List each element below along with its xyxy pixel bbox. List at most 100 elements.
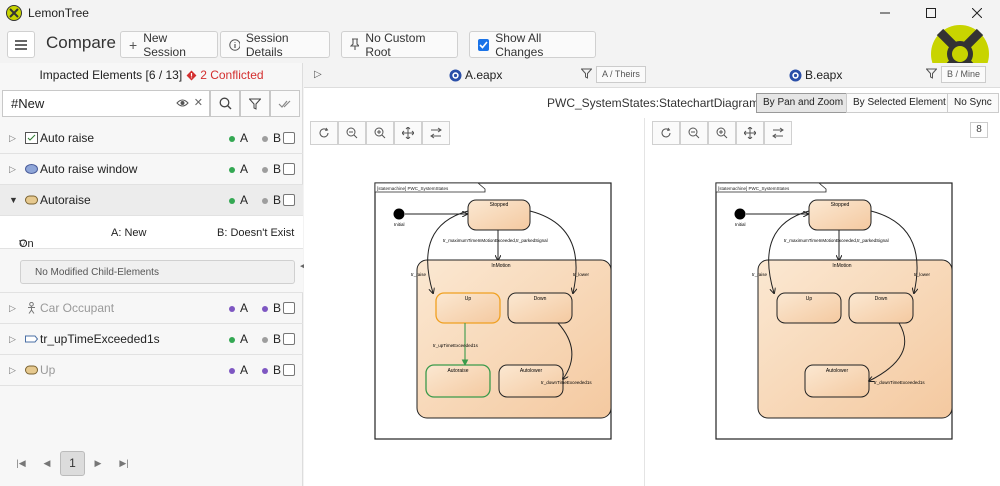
funnel-icon[interactable]: [581, 68, 592, 79]
first-page-icon[interactable]: |◀: [8, 458, 34, 469]
current-page[interactable]: 1: [60, 450, 85, 476]
tree-row-up[interactable]: ▷ Up AB: [0, 355, 303, 386]
frame-label: [statemachine] PWC_SystemStates: [377, 186, 449, 191]
toolbar: Compare + New Session Session Details No…: [0, 26, 1000, 63]
tree-row-auto-raise-window[interactable]: ▷ Auto raise window AB: [0, 154, 303, 185]
no-sync-button[interactable]: No Sync: [947, 93, 999, 113]
zoom-out-icon: [688, 127, 700, 139]
impacted-elements-panel: Impacted Elements [6 / 13] 2 Conflicted …: [0, 63, 303, 486]
reset-view-button[interactable]: [652, 121, 680, 145]
tr-lower-label: tr_lower: [914, 272, 931, 277]
inmotion-label: InMotion: [832, 263, 851, 269]
mark-reviewed-button[interactable]: [270, 90, 300, 117]
impacted-summary: Impacted Elements [6 / 13] 2 Conflicted: [0, 63, 303, 87]
expand-arrow-icon[interactable]: ▷: [9, 133, 19, 143]
fit-button[interactable]: [736, 121, 764, 145]
file-header: ▷ A.eapx A / Theirs B.eapx B / Mine: [304, 63, 1000, 88]
new-session-button[interactable]: + New Session: [120, 31, 218, 59]
state-icon: [25, 195, 38, 205]
tr-down-exceeded-label: tr_downTimeExceeded1s: [541, 380, 592, 385]
page-title: Compare: [46, 33, 116, 52]
zoom-out-button[interactable]: [338, 121, 366, 145]
close-button[interactable]: [954, 0, 1000, 26]
diagram-pane-b[interactable]: 8 [statemachine] PWC_SystemStates Initia…: [646, 118, 1000, 486]
tree-row-car-occupant[interactable]: ▷ Car Occupant AB: [0, 293, 303, 324]
row-checkbox[interactable]: [283, 163, 295, 175]
title-bar: LemonTree: [0, 0, 1000, 26]
filter-input[interactable]: #New ✕: [2, 90, 210, 117]
zoom-out-button[interactable]: [680, 121, 708, 145]
actor-icon: [28, 302, 35, 314]
sync-selected-button[interactable]: By Selected Element: [846, 93, 953, 113]
search-icon: [219, 97, 231, 110]
zoom-toolbar: [652, 121, 792, 145]
move-icon: [744, 127, 756, 139]
show-all-changes-toggle[interactable]: Show All Changes: [469, 31, 596, 59]
conflicted-badge[interactable]: 2 Conflicted: [186, 68, 264, 82]
search-button[interactable]: [210, 90, 240, 117]
transition-icon: [25, 335, 38, 343]
row-checkbox[interactable]: [283, 132, 295, 144]
refresh-icon: [319, 127, 329, 138]
tr-up-exceeded-label: tr_upTimeExceeded1s: [433, 343, 479, 348]
sync-row: PWC_SystemStates:StatechartDiagram By Pa…: [304, 91, 1000, 115]
element-detail: On Diagrams: 1 ▽ A: New B: Doesn't Exist: [0, 216, 303, 274]
filter-value: #New: [11, 96, 45, 111]
last-page-icon[interactable]: ▶|: [111, 458, 137, 469]
swap-icon: [772, 127, 784, 139]
collapse-arrow-icon[interactable]: ▼: [9, 195, 19, 205]
play-icon[interactable]: ▷: [314, 69, 322, 80]
filter-button[interactable]: [240, 90, 270, 117]
row-checkbox[interactable]: [283, 302, 295, 314]
maximize-icon: [926, 8, 936, 18]
menu-button[interactable]: [7, 31, 35, 58]
funnel-icon[interactable]: [926, 68, 937, 79]
eye-icon[interactable]: [176, 98, 189, 108]
zoom-in-button[interactable]: [708, 121, 736, 145]
statechart-diagram-a: [statemachine] PWC_SystemStates Initial …: [374, 182, 612, 440]
session-details-button[interactable]: Session Details: [220, 31, 330, 59]
next-page-icon[interactable]: ▶: [85, 458, 111, 469]
zoom-toolbar: [310, 121, 450, 145]
frame-label: [statemachine] PWC_SystemStates: [718, 186, 790, 191]
diagram-title: PWC_SystemStates:StatechartDiagram: [547, 96, 760, 110]
maximize-button[interactable]: [908, 0, 954, 26]
row-checkbox[interactable]: [283, 364, 295, 376]
swap-button[interactable]: [422, 121, 450, 145]
app-title: LemonTree: [28, 6, 89, 20]
down-label: Down: [534, 296, 547, 302]
expand-arrow-icon[interactable]: ▷: [9, 164, 19, 174]
prev-page-icon[interactable]: ◀: [34, 458, 60, 469]
zoom-in-icon: [716, 127, 728, 139]
element-tree: ▷ Auto raise AB ▷ Auto raise window AB ▼…: [0, 123, 303, 386]
sync-pan-zoom-button[interactable]: By Pan and Zoom: [756, 93, 851, 113]
hamburger-icon: [15, 39, 27, 50]
swap-button[interactable]: [764, 121, 792, 145]
pagination: |◀ ◀ 1 ▶ ▶|: [0, 448, 303, 478]
zoom-in-button[interactable]: [366, 121, 394, 145]
minimize-button[interactable]: [862, 0, 908, 26]
side-b-tag: B / Mine: [941, 66, 987, 83]
tree-row-auto-raise[interactable]: ▷ Auto raise AB: [0, 123, 303, 154]
tree-row-autoraise[interactable]: ▼ Autoraise AB: [0, 185, 303, 216]
diagram-pane-a[interactable]: [statemachine] PWC_SystemStates Initial …: [304, 118, 645, 486]
tree-row-tr-uptimeexceeded1s[interactable]: ▷ tr_upTimeExceeded1s AB: [0, 324, 303, 355]
close-icon: [972, 8, 982, 18]
file-a-title: A.eapx: [449, 68, 502, 82]
fit-button[interactable]: [394, 121, 422, 145]
expand-arrow-icon[interactable]: ▷: [9, 334, 19, 344]
expand-arrow-icon[interactable]: ▷: [9, 365, 19, 375]
row-checkbox[interactable]: [283, 333, 295, 345]
stopped-label: Stopped: [490, 202, 509, 208]
no-children-box: No Modified Child-Elements: [20, 260, 295, 284]
b-status: B: Doesn't Exist: [217, 227, 295, 239]
no-custom-root-button[interactable]: No Custom Root: [341, 31, 458, 59]
ea-file-icon: [449, 69, 462, 81]
row-checkbox[interactable]: [283, 194, 295, 206]
reset-view-button[interactable]: [310, 121, 338, 145]
filter-row: #New ✕: [2, 90, 302, 118]
expand-arrow-icon[interactable]: ▷: [9, 303, 19, 313]
minimize-icon: [880, 12, 890, 14]
clear-icon[interactable]: ✕: [194, 96, 203, 109]
initial-label: Initial: [735, 222, 746, 227]
